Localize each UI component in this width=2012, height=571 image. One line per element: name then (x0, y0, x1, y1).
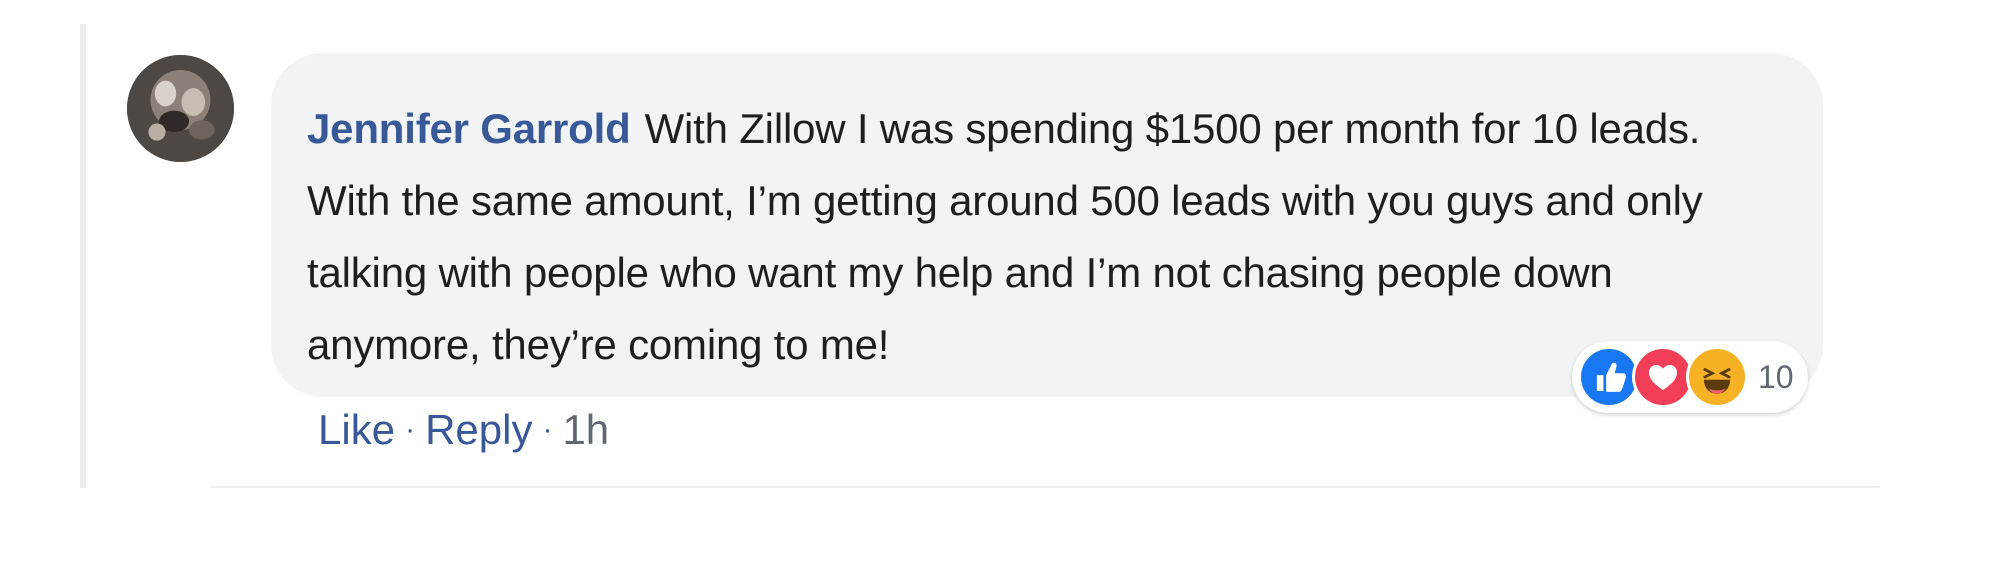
reaction-count: 10 (1758, 358, 1794, 395)
separator-dot: · (405, 413, 416, 446)
thread-line (80, 24, 86, 488)
heart-icon (1632, 346, 1694, 408)
separator-dot: · (542, 413, 553, 446)
reactions-summary[interactable]: 10 (1572, 341, 1808, 413)
comment-timestamp[interactable]: 1h (562, 402, 609, 458)
reply-button[interactable]: Reply (425, 402, 532, 458)
next-comment-edge (210, 486, 1880, 488)
comment-body: Jennifer Garrold With Zillow I was spendi… (307, 93, 1767, 381)
avatar-photo (127, 55, 234, 162)
avatar[interactable] (127, 55, 234, 162)
laughing-face-icon (1686, 346, 1748, 408)
thumbs-up-icon (1578, 346, 1640, 408)
comment-author-link[interactable]: Jennifer Garrold (307, 105, 631, 152)
comment-actions: Like · Reply · 1h (318, 402, 609, 458)
like-button[interactable]: Like (318, 402, 395, 458)
